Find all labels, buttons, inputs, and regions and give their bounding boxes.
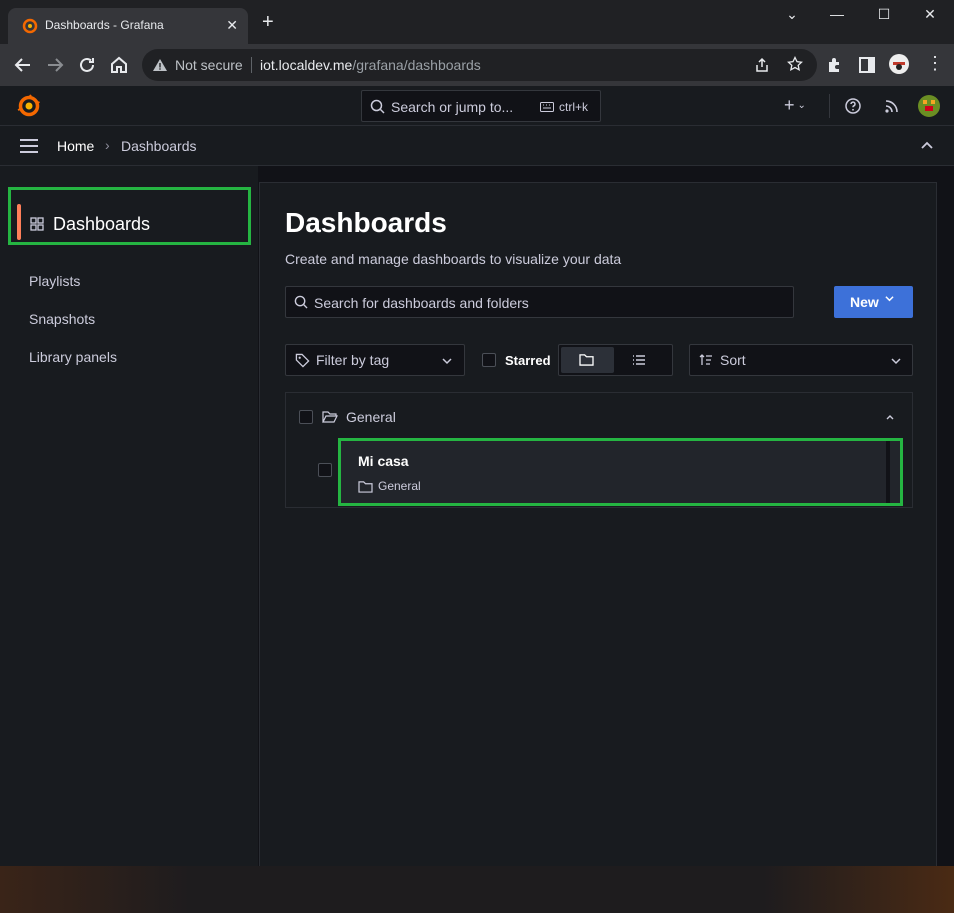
minimize-icon[interactable]: — <box>823 6 851 22</box>
page-subtitle: Create and manage dashboards to visualiz… <box>285 251 622 267</box>
global-search-placeholder: Search or jump to... <box>391 99 514 115</box>
tab-title: Dashboards - Grafana <box>45 18 164 32</box>
share-icon[interactable] <box>754 57 770 73</box>
section-sidebar: Dashboards Playlists Snapshots Library p… <box>0 166 258 866</box>
global-search[interactable]: Search or jump to... ctrl+k <box>361 90 601 122</box>
url-host: iot.localdev.me <box>260 57 353 73</box>
search-icon <box>294 295 308 309</box>
sidebar-title: Dashboards <box>53 214 151 234</box>
breadcrumb-home[interactable]: Home <box>57 138 94 154</box>
breadcrumb-separator-icon: › <box>105 137 110 153</box>
profile-avatar[interactable] <box>889 54 909 74</box>
close-tab-icon[interactable]: ✕ <box>226 17 238 34</box>
breadcrumb-current: Dashboards <box>121 138 197 154</box>
sort-select[interactable]: Sort <box>689 344 913 376</box>
folder-open-icon <box>322 410 338 423</box>
chevron-up-icon[interactable] <box>885 412 895 422</box>
sidebar-item-library-panels[interactable]: Library panels <box>29 349 117 365</box>
help-icon[interactable] <box>845 98 861 114</box>
tag-filter-select[interactable]: Filter by tag <box>285 344 465 376</box>
new-tab-icon[interactable]: + <box>262 12 274 32</box>
tag-icon <box>295 353 310 368</box>
starred-label[interactable]: Starred <box>505 353 551 368</box>
view-toggle <box>558 344 673 376</box>
new-button[interactable]: New <box>834 286 913 318</box>
folder-icon <box>579 353 594 366</box>
chevron-down-icon <box>885 294 894 303</box>
dashboard-name[interactable]: Mi casa <box>358 453 409 469</box>
desktop-background-strip <box>0 866 954 913</box>
grafana-logo-icon[interactable] <box>17 94 41 118</box>
dashboard-checkbox[interactable] <box>318 463 332 477</box>
address-bar[interactable]: Not secure iot.localdev.me/grafana/dashb… <box>142 49 817 81</box>
news-rss-icon[interactable] <box>884 98 900 114</box>
add-new-button[interactable]: + ⌄ <box>784 95 806 116</box>
topbar-divider <box>829 94 830 118</box>
dashboard-folder-label: General <box>378 479 421 493</box>
security-label[interactable]: Not secure <box>175 57 243 73</box>
breadcrumb-bar: Home › Dashboards <box>0 126 954 166</box>
apps-grid-icon <box>30 217 44 231</box>
grafana-favicon-icon <box>22 18 38 34</box>
browser-titlebar: Dashboards - Grafana ✕ + ⌄ — ☐ ✕ <box>0 0 954 44</box>
folder-view-button[interactable] <box>561 347 614 373</box>
address-divider <box>251 57 252 73</box>
sort-icon <box>699 354 713 366</box>
reload-icon[interactable] <box>76 54 98 76</box>
folder-icon <box>358 480 373 493</box>
grafana-topbar: Search or jump to... ctrl+k + ⌄ <box>0 86 954 126</box>
forward-icon[interactable] <box>44 54 66 76</box>
new-button-label: New <box>850 294 879 310</box>
main-content: Dashboards Create and manage dashboards … <box>259 182 937 866</box>
folder-name[interactable]: General <box>346 409 396 425</box>
window-close-icon[interactable]: ✕ <box>916 6 944 23</box>
folder-checkbox[interactable] <box>299 410 313 424</box>
plus-icon: + <box>784 95 795 115</box>
user-avatar[interactable] <box>918 95 940 117</box>
chevron-down-icon <box>891 356 901 366</box>
chevron-down-icon <box>442 356 452 366</box>
dashboard-list-item[interactable]: Mi casa General <box>338 438 903 506</box>
extensions-icon[interactable] <box>826 56 844 74</box>
starred-checkbox[interactable] <box>482 353 496 367</box>
keyboard-icon <box>540 102 554 112</box>
url-path: /grafana/dashboards <box>352 57 481 73</box>
active-indicator <box>17 204 21 240</box>
dashboard-search-input[interactable]: Search for dashboards and folders <box>285 286 794 318</box>
home-icon[interactable] <box>108 54 130 76</box>
more-menu-icon[interactable]: ⋮ <box>926 54 944 72</box>
card-edge <box>886 441 890 503</box>
sort-label: Sort <box>720 352 746 368</box>
warning-icon[interactable] <box>152 57 168 73</box>
search-icon <box>370 99 385 114</box>
url-text[interactable]: iot.localdev.me/grafana/dashboards <box>260 57 481 73</box>
page-title: Dashboards <box>285 207 447 238</box>
chevron-up-icon[interactable] <box>920 139 934 153</box>
tag-filter-label: Filter by tag <box>316 352 390 368</box>
bookmark-star-icon[interactable] <box>787 56 803 72</box>
browser-tab[interactable]: Dashboards - Grafana ✕ <box>8 8 248 44</box>
browser-toolbar: Not secure iot.localdev.me/grafana/dashb… <box>0 44 954 86</box>
chevron-down-icon: ⌄ <box>797 100 806 112</box>
menu-hamburger-icon[interactable] <box>19 138 39 154</box>
sidebar-item-dashboards[interactable]: Dashboards <box>8 187 251 245</box>
dashboard-search-placeholder: Search for dashboards and folders <box>314 295 529 311</box>
folder-view-results: General Mi casa General <box>285 392 913 508</box>
shortcut-hint: ctrl+k <box>559 100 589 114</box>
sidepanel-icon[interactable] <box>858 56 876 74</box>
chevron-down-icon[interactable]: ⌄ <box>778 6 806 23</box>
sidebar-item-snapshots[interactable]: Snapshots <box>29 311 95 327</box>
back-icon[interactable] <box>12 54 34 76</box>
list-view-icon[interactable] <box>632 354 646 366</box>
sidebar-item-playlists[interactable]: Playlists <box>29 273 80 289</box>
maximize-icon[interactable]: ☐ <box>870 6 898 23</box>
